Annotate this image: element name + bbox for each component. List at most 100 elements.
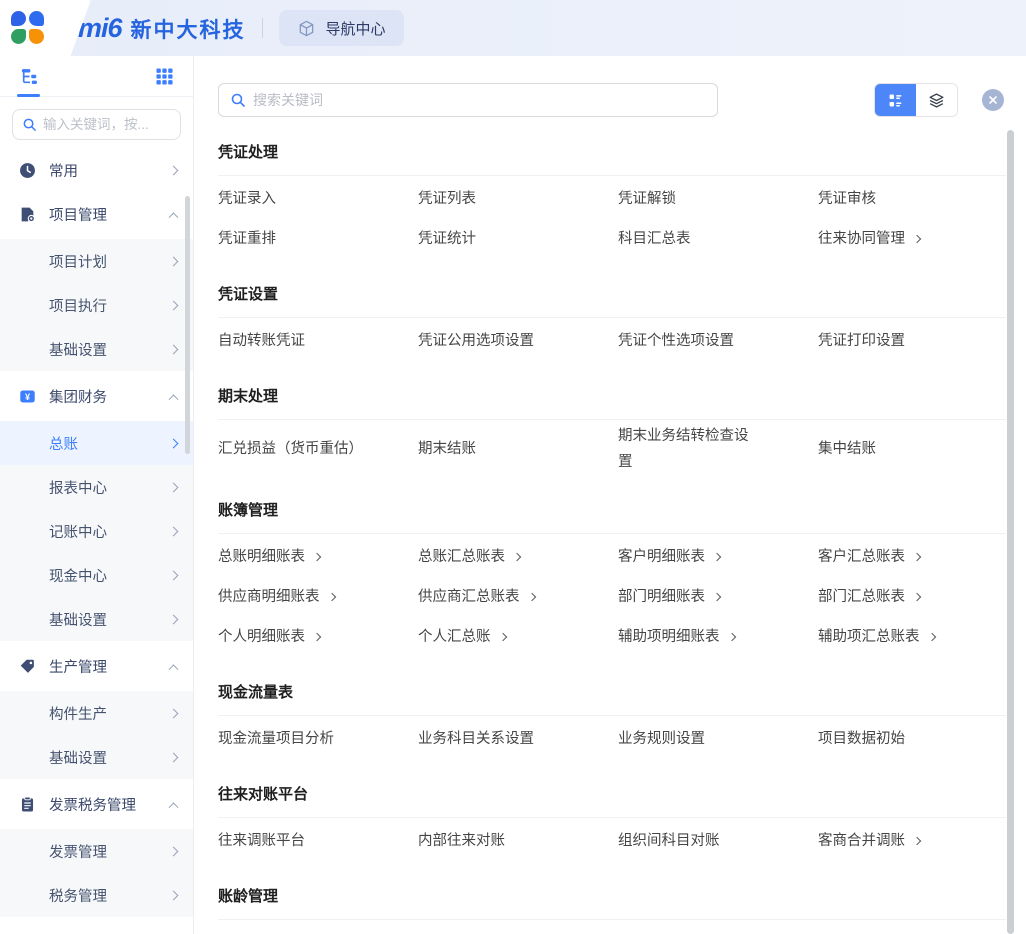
clock-icon <box>18 162 36 179</box>
sidebar-item-总账[interactable]: 总账 <box>0 421 193 465</box>
sidebar-item-报表中心[interactable]: 报表中心 <box>0 465 193 509</box>
menu-item[interactable]: 科目汇总表 <box>618 219 806 259</box>
menu-item[interactable]: 凭证公用选项设置 <box>418 321 606 361</box>
sidebar-group-invoice[interactable]: 发票税务管理 <box>0 782 193 826</box>
topbar: mi6 新中大科技 导航中心 <box>0 0 1026 56</box>
sidebar-group-finance[interactable]: ¥集团财务 <box>0 374 193 418</box>
menu-item-label: 凭证个性选项设置 <box>618 328 734 354</box>
menu-item[interactable]: 凭证重排 <box>218 219 406 259</box>
menu-item[interactable]: 应收账款核销 <box>218 923 406 934</box>
sidebar-scrollbar[interactable] <box>185 196 190 454</box>
section-title: 账龄管理 <box>218 885 1006 906</box>
app-logo-icon[interactable] <box>11 11 45 45</box>
sidebar-item-基础设置[interactable]: 基础设置 <box>0 597 193 641</box>
menu-item-label: 客户明细账表 <box>618 544 705 570</box>
menu-item[interactable]: 内部往来对账 <box>418 821 606 861</box>
chevron-up-icon <box>169 394 179 404</box>
menu-item[interactable]: 供应商明细账表 <box>218 577 406 617</box>
menu-item[interactable]: 部门汇总账表 <box>818 577 1006 617</box>
menu-item[interactable]: 集中结账 <box>818 423 1006 475</box>
menu-item[interactable]: 业务规则设置 <box>618 719 806 759</box>
menu-item[interactable]: 组织间科目对账 <box>618 821 806 861</box>
menu-item[interactable]: 客商合并调账 <box>818 821 1006 861</box>
menu-item-label: 汇兑损益（货币重估） <box>218 436 356 462</box>
menu-item[interactable]: 部门明细账表 <box>618 577 806 617</box>
menu-item[interactable]: 期末结账 <box>418 423 606 475</box>
sidebar-item-基础设置[interactable]: 基础设置 <box>0 327 193 371</box>
layers-icon <box>928 92 945 109</box>
chevron-right-icon <box>169 614 179 624</box>
sidebar-subgroup: 发票管理税务管理 <box>0 829 193 917</box>
chevron-right-icon <box>169 752 179 762</box>
menu-item[interactable]: 汇兑损益（货币重估） <box>218 423 406 475</box>
sidebar-group-project[interactable]: 项目管理 <box>0 192 193 236</box>
menu-item[interactable]: 客户明细账表 <box>618 537 806 577</box>
menu-item[interactable]: 应收账款核销记录 <box>418 923 606 934</box>
sidebar-group-clock[interactable]: 常用 <box>0 148 193 192</box>
section-divider <box>218 175 1006 176</box>
grid-view-tab[interactable] <box>151 56 177 97</box>
sidebar-item-label: 现金中心 <box>49 565 170 586</box>
sidebar-item-发票管理[interactable]: 发票管理 <box>0 829 193 873</box>
chevron-right-icon <box>913 837 921 845</box>
menu-item-label: 集中结账 <box>818 436 876 462</box>
section-divider <box>218 919 1006 920</box>
menu-item-label: 应收账款核销 <box>218 930 305 934</box>
chevron-right-icon <box>727 633 735 641</box>
sidebar-item-记账中心[interactable]: 记账中心 <box>0 509 193 553</box>
main-search <box>218 83 718 117</box>
menu-item[interactable]: 凭证解锁 <box>618 179 806 219</box>
menu-item[interactable]: 期末业务结转检查设置 <box>618 423 806 475</box>
menu-item[interactable]: 凭证统计 <box>418 219 606 259</box>
menu-item[interactable]: 应付账款核销 <box>818 923 1006 934</box>
section-title: 凭证处理 <box>218 141 1006 162</box>
menu-item[interactable]: 应收账龄 <box>618 923 806 934</box>
sidebar-item-项目计划[interactable]: 项目计划 <box>0 239 193 283</box>
menu-item[interactable]: 现金流量项目分析 <box>218 719 406 759</box>
menu-item[interactable]: 业务科目关系设置 <box>418 719 606 759</box>
sidebar-item-基础设置[interactable]: 基础设置 <box>0 735 193 779</box>
menu-item[interactable]: 凭证审核 <box>818 179 1006 219</box>
chevron-up-icon <box>169 802 179 812</box>
menu-item[interactable]: 供应商汇总账表 <box>418 577 606 617</box>
main-scrollbar[interactable] <box>1007 130 1014 934</box>
menu-item[interactable]: 辅助项汇总账表 <box>818 617 1006 657</box>
main-search-input[interactable] <box>253 92 706 108</box>
menu-item-label: 应收账款核销记录 <box>418 930 534 934</box>
menu-item[interactable]: 往来调账平台 <box>218 821 406 861</box>
menu-item[interactable]: 客户汇总账表 <box>818 537 1006 577</box>
sidebar-item-构件生产[interactable]: 构件生产 <box>0 691 193 735</box>
tree-view-tab[interactable] <box>16 56 42 97</box>
sidebar-group-production[interactable]: 生产管理 <box>0 644 193 688</box>
section-title: 期末处理 <box>218 385 1006 406</box>
layers-view-toggle-button[interactable] <box>916 84 957 116</box>
chevron-right-icon <box>927 633 935 641</box>
nav-center-button[interactable]: 导航中心 <box>279 10 404 46</box>
menu-item[interactable]: 辅助项明细账表 <box>618 617 806 657</box>
chevron-right-icon <box>913 593 921 601</box>
menu-item[interactable]: 往来协同管理 <box>818 219 1006 259</box>
menu-item[interactable]: 自动转账凭证 <box>218 321 406 361</box>
sidebar-search <box>12 109 181 140</box>
sidebar-subgroup: 构件生产基础设置 <box>0 691 193 779</box>
menu-item[interactable]: 项目数据初始 <box>818 719 1006 759</box>
menu-item-label: 客户汇总账表 <box>818 544 905 570</box>
sidebar-item-税务管理[interactable]: 税务管理 <box>0 873 193 917</box>
menu-item[interactable]: 个人明细账表 <box>218 617 406 657</box>
list-view-toggle-button[interactable] <box>875 84 916 116</box>
menu-item[interactable]: 凭证打印设置 <box>818 321 1006 361</box>
close-button[interactable] <box>982 89 1004 111</box>
menu-item[interactable]: 总账汇总账表 <box>418 537 606 577</box>
section-items: 往来调账平台内部往来对账 组织间科目对账客商合并调账 <box>218 821 1006 861</box>
sidebar-item-项目执行[interactable]: 项目执行 <box>0 283 193 327</box>
menu-item[interactable]: 凭证列表 <box>418 179 606 219</box>
menu-item[interactable]: 凭证录入 <box>218 179 406 219</box>
logo-dot-blue-1 <box>11 11 26 26</box>
chevron-right-icon <box>169 526 179 536</box>
menu-item-label: 内部往来对账 <box>418 828 505 854</box>
menu-item[interactable]: 总账明细账表 <box>218 537 406 577</box>
sidebar-search-input[interactable] <box>43 117 163 132</box>
sidebar-item-现金中心[interactable]: 现金中心 <box>0 553 193 597</box>
menu-item[interactable]: 个人汇总账 <box>418 617 606 657</box>
menu-item[interactable]: 凭证个性选项设置 <box>618 321 806 361</box>
